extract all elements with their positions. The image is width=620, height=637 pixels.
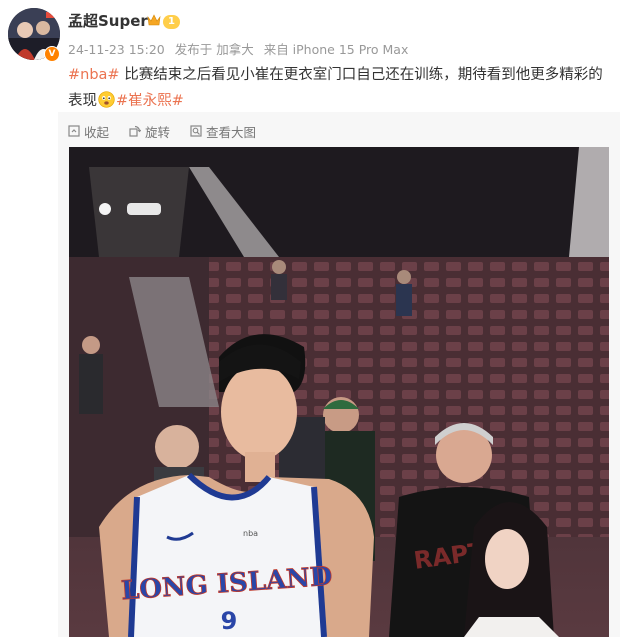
post-photo[interactable]: RAPTORS nba LONG ISLAND 9 — [69, 147, 609, 637]
collapse-label: 收起 — [84, 124, 110, 140]
zoom-icon — [190, 125, 202, 137]
rotate-icon — [129, 125, 142, 137]
level-badge: 1 — [163, 15, 180, 29]
post-meta: 24-11-23 15:20 发布于 加拿大 来自 iPhone 15 Pro … — [68, 39, 414, 58]
device: 来自 iPhone 15 Pro Max — [263, 42, 409, 57]
media-toolbar: 收起 旋转 查看大图 — [68, 120, 276, 142]
topic-tag-player[interactable]: #崔永熙# — [116, 93, 184, 109]
location: 发布于 加拿大 — [174, 42, 254, 57]
timestamp[interactable]: 24-11-23 15:20 — [68, 42, 165, 57]
collapse-button[interactable]: 收起 — [68, 122, 109, 141]
rotate-label: 旋转 — [145, 124, 171, 140]
jersey-brand: nba — [243, 529, 258, 538]
view-large-button[interactable]: 查看大图 — [190, 122, 256, 141]
username[interactable]: 孟超Super — [68, 10, 148, 31]
crown-icon — [147, 14, 161, 26]
view-large-label: 查看大图 — [206, 124, 257, 140]
arena-photo-illustration: RAPTORS nba LONG ISLAND 9 — [69, 147, 609, 637]
verified-badge-icon: V — [44, 46, 60, 62]
jersey-number: 9 — [221, 607, 238, 635]
topic-tag-nba[interactable]: #nba# — [68, 67, 120, 83]
emoji-icon — [98, 91, 115, 108]
collapse-icon — [68, 125, 80, 137]
rotate-button[interactable]: 旋转 — [129, 122, 170, 141]
post-text: #nba# 比赛结束之后看见小崔在更衣室门口自己还在训练，期待看到他更多精彩的表… — [68, 62, 608, 114]
